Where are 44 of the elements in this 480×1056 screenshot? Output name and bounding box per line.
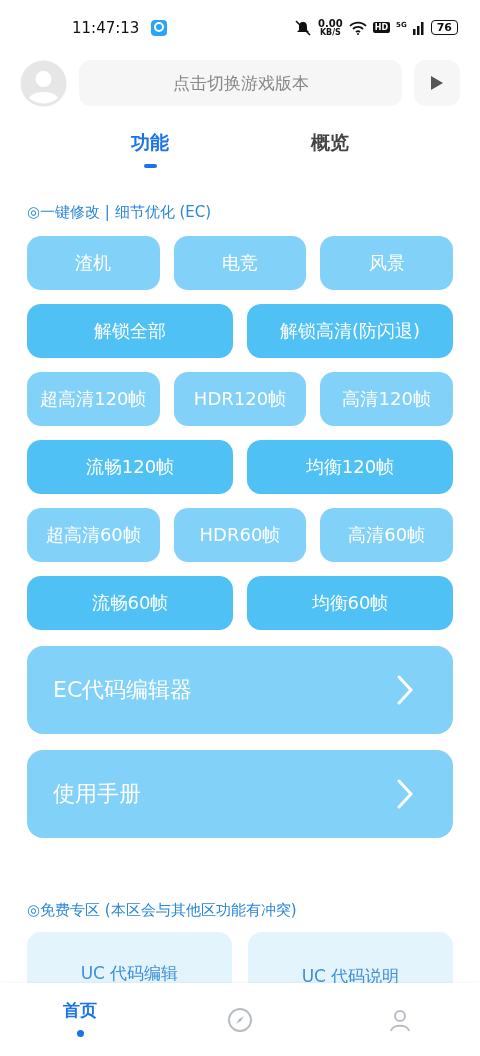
hd-badge: HD: [372, 22, 391, 33]
option-button[interactable]: HDR120帧: [173, 372, 307, 426]
user-icon[interactable]: [387, 1007, 413, 1033]
avatar-icon[interactable]: [20, 59, 67, 107]
option-button[interactable]: 解锁高清(防闪退): [247, 304, 453, 358]
game-version-field[interactable]: 点击切换游戏版本: [79, 60, 402, 106]
option-button[interactable]: 风景: [320, 236, 453, 290]
menu-card-label: 使用手册: [53, 780, 141, 808]
play-icon: [430, 75, 444, 91]
app-notification-icon: [151, 19, 168, 36]
tab-indicator: [143, 164, 157, 168]
wifi-icon: [348, 20, 367, 35]
active-dot: [76, 1030, 84, 1037]
option-button[interactable]: 流畅60帧: [27, 576, 233, 630]
section-title: ◎一键修改 | 细节优化 (EC): [27, 202, 213, 223]
battery-indicator: 76: [430, 20, 458, 35]
option-button[interactable]: 高清60帧: [320, 508, 453, 562]
option-button[interactable]: 超高清120帧: [27, 372, 160, 426]
play-button[interactable]: [414, 60, 460, 106]
chevron-right-icon: [397, 675, 413, 705]
menu-card[interactable]: EC代码编辑器: [27, 646, 453, 734]
menu-card[interactable]: 使用手册: [27, 750, 453, 838]
menu-card-label: EC代码编辑器: [53, 676, 193, 704]
compass-icon[interactable]: [227, 1007, 253, 1033]
option-button[interactable]: HDR60帧: [173, 508, 307, 562]
option-button[interactable]: 均衡120帧: [247, 440, 453, 494]
option-button[interactable]: 高清120帧: [320, 372, 453, 426]
option-button[interactable]: 超高清60帧: [27, 508, 160, 562]
section-title: ◎免费专区 (本区会与其他区功能有冲突): [27, 900, 298, 921]
option-button[interactable]: 解锁全部: [27, 304, 233, 358]
net-speed-unit: KB/S: [319, 28, 341, 37]
status-time: 11:47:13: [72, 18, 140, 37]
tab[interactable]: 功能: [131, 130, 169, 156]
signal-icon: [412, 20, 425, 35]
net-speed: 0.00: [318, 18, 343, 29]
feature-card[interactable]: UC 代码编辑: [27, 932, 232, 983]
tab[interactable]: 概览: [311, 130, 349, 156]
option-button[interactable]: 渣机: [27, 236, 160, 290]
mute-icon: [294, 19, 313, 36]
option-button[interactable]: 均衡60帧: [247, 576, 453, 630]
option-button[interactable]: 流畅120帧: [27, 440, 233, 494]
chevron-right-icon: [397, 779, 413, 809]
option-button[interactable]: 电竞: [173, 236, 307, 290]
nav-tab[interactable]: 首页: [63, 999, 97, 1022]
